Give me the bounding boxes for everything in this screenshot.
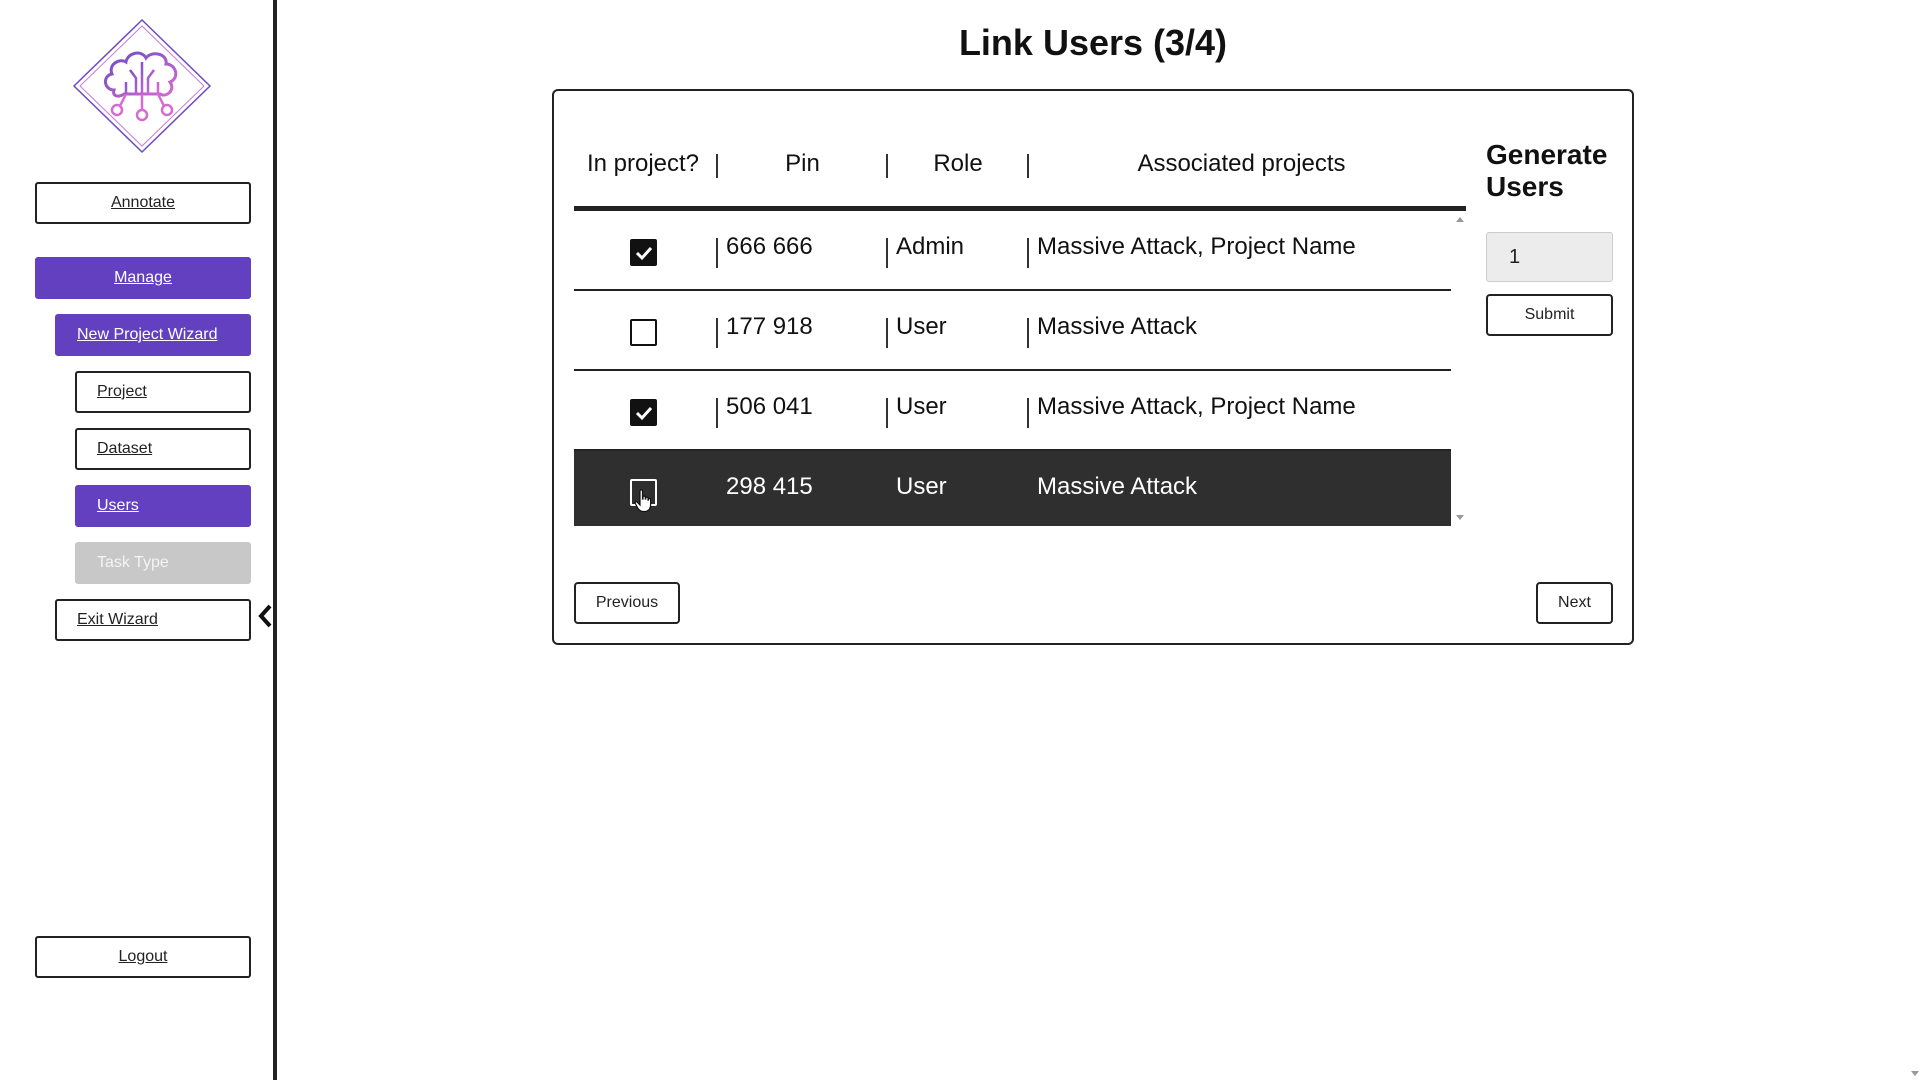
sidebar: Annotate Manage New Project Wizard Proje… (0, 0, 277, 1080)
table-row-selected[interactable]: 298 415 User Massive Attack (574, 451, 1451, 526)
check-icon (635, 406, 653, 421)
projects-cell: Massive Attack, Project Name (1037, 233, 1356, 260)
table-row[interactable]: 666 666 Admin Massive Attack, Project Na… (574, 211, 1451, 291)
in-project-checkbox[interactable] (630, 239, 657, 266)
row-divider (886, 318, 888, 348)
table-row[interactable]: 506 041 User Massive Attack, Project Nam… (574, 371, 1451, 451)
projects-cell: Massive Attack (1037, 313, 1198, 340)
pin-cell: 298 415 (726, 473, 813, 500)
brain-circuit-logo (72, 18, 212, 154)
annotate-button[interactable]: Annotate (35, 182, 251, 224)
table-row[interactable]: 177 918 User Massive Attack (574, 291, 1451, 371)
pin-cell: 666 666 (726, 233, 813, 260)
previous-button[interactable]: Previous (574, 582, 680, 624)
row-divider (716, 398, 718, 428)
projects-cell: Massive Attack (1037, 473, 1198, 500)
logout-button[interactable]: Logout (35, 936, 251, 978)
in-project-checkbox[interactable] (630, 319, 657, 346)
header-associated-projects: Associated projects (1137, 150, 1346, 177)
row-divider (716, 238, 718, 268)
new-project-wizard-button[interactable]: New Project Wizard (55, 314, 251, 356)
row-divider (1027, 238, 1029, 268)
table-header: In project? Pin Role Associated projects (574, 111, 1466, 211)
header-in-project: In project? (586, 150, 700, 177)
scroll-up-arrow-icon[interactable] (1456, 217, 1464, 222)
in-project-checkbox[interactable] (630, 399, 657, 426)
header-pin: Pin (785, 150, 820, 177)
role-cell: Admin (896, 233, 965, 260)
page-title: Link Users (3/4) (958, 22, 1228, 63)
wizard-step-project[interactable]: Project (75, 371, 251, 413)
window-scrollbar[interactable] (1909, 0, 1920, 1080)
role-cell: User (896, 473, 947, 500)
table-body: 666 666 Admin Massive Attack, Project Na… (574, 211, 1451, 526)
link-users-card: In project? Pin Role Associated projects… (552, 89, 1634, 645)
role-cell: User (896, 393, 947, 420)
row-divider (886, 398, 888, 428)
chevron-left-icon[interactable] (256, 603, 274, 629)
submit-button[interactable]: Submit (1486, 294, 1613, 336)
check-icon (635, 246, 653, 261)
pin-cell: 506 041 (726, 393, 813, 420)
generate-users-title: Generate Users (1486, 139, 1608, 202)
projects-cell: Massive Attack, Project Name (1037, 393, 1356, 420)
wizard-step-dataset[interactable]: Dataset (75, 428, 251, 470)
role-cell: User (896, 313, 947, 340)
users-table: In project? Pin Role Associated projects… (574, 111, 1466, 526)
wizard-step-task-type: Task Type (75, 542, 251, 584)
next-button[interactable]: Next (1536, 582, 1613, 624)
pin-cell: 177 918 (726, 313, 813, 340)
wizard-step-users[interactable]: Users (75, 485, 251, 527)
row-divider (1027, 318, 1029, 348)
row-divider (1027, 398, 1029, 428)
row-divider (716, 318, 718, 348)
scroll-down-arrow-icon[interactable] (1456, 515, 1464, 520)
row-divider (886, 238, 888, 268)
window-scroll-down-icon[interactable] (1911, 1071, 1919, 1076)
generate-count-input[interactable] (1486, 232, 1613, 282)
hand-cursor-icon (634, 489, 652, 513)
table-scrollbar[interactable] (1453, 211, 1466, 526)
manage-button[interactable]: Manage (35, 257, 251, 299)
header-role: Role (933, 150, 983, 177)
exit-wizard-button[interactable]: Exit Wizard (55, 599, 251, 641)
